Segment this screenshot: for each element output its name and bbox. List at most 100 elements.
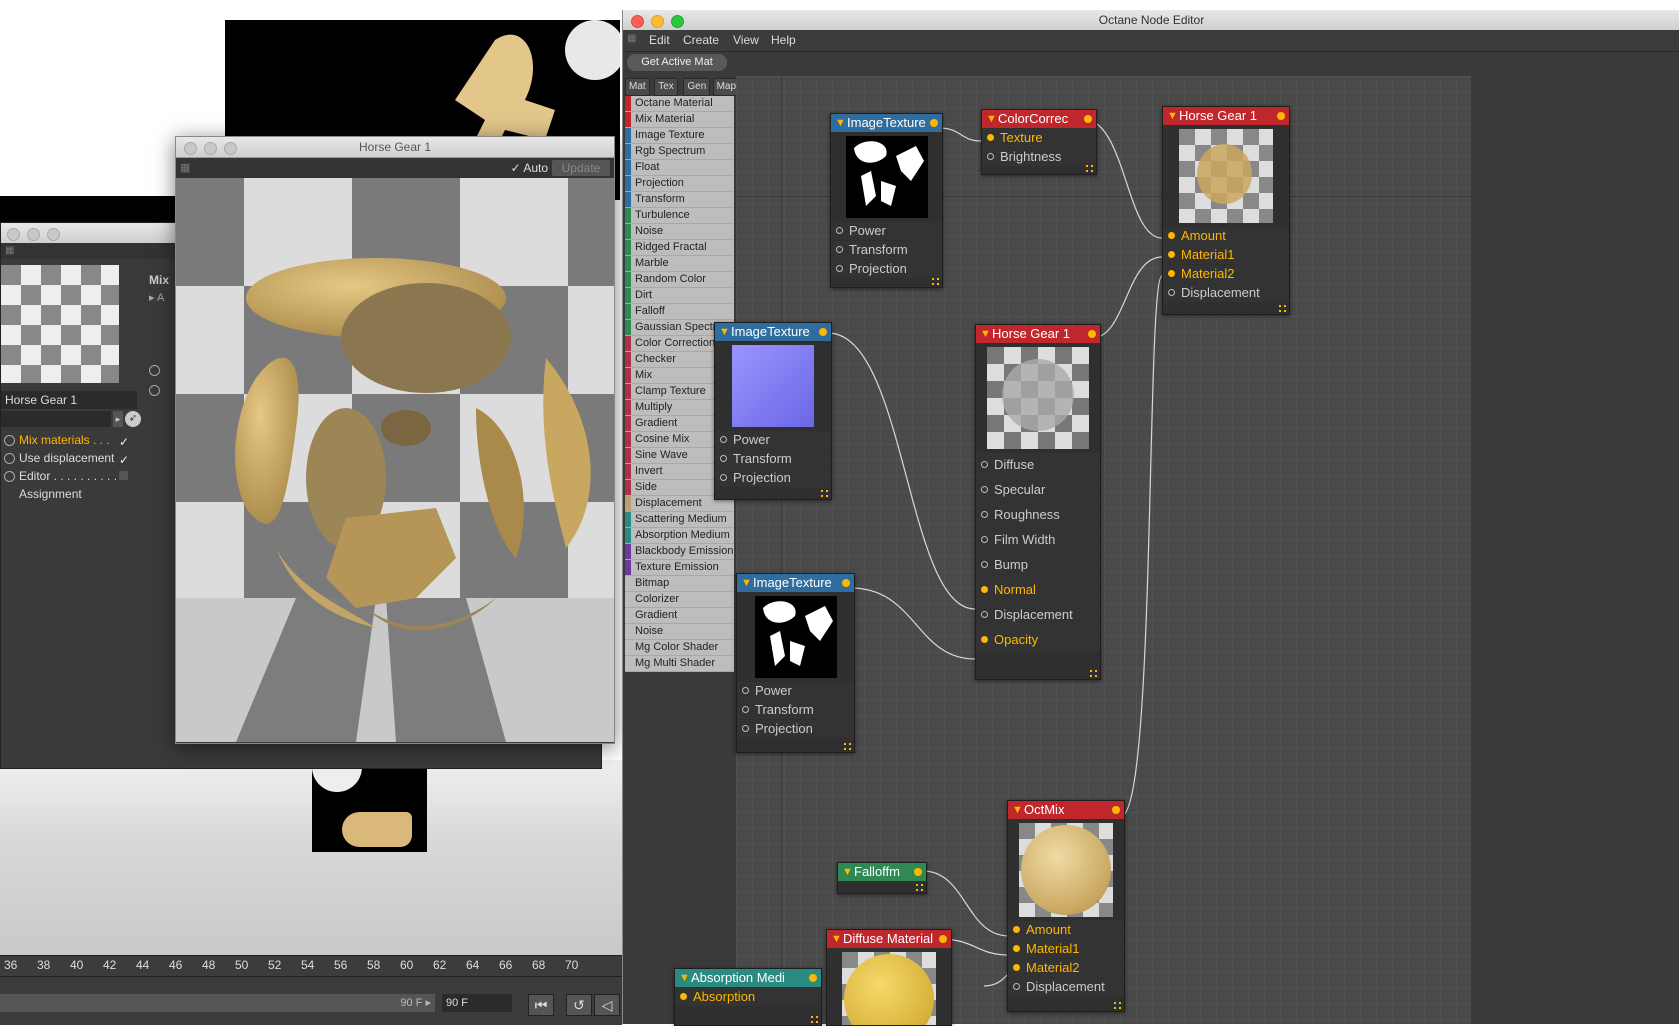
port-transform[interactable]: Transform — [715, 450, 831, 468]
node-list-item[interactable]: Mg Multi Shader — [625, 656, 734, 672]
node-image-texture-1[interactable]: ▼ ImageTexture Power Transform Projection — [830, 113, 943, 288]
node-list-item[interactable]: Mix Material — [625, 112, 734, 128]
port-opacity[interactable]: Opacity — [976, 628, 1100, 652]
update-button[interactable]: Update — [552, 160, 610, 176]
expand-arrow-icon[interactable]: ▸ A — [149, 291, 164, 304]
resize-handle-icon[interactable] — [1090, 670, 1097, 677]
node-list-item[interactable]: Marble — [625, 256, 734, 272]
prev-frame-icon[interactable]: ◁ — [594, 994, 620, 1016]
end-frame-field[interactable]: 90 F — [442, 994, 512, 1012]
node-list-item[interactable]: Dirt — [625, 288, 734, 304]
zoom-button[interactable] — [671, 15, 684, 28]
node-list-item[interactable]: Noise — [625, 624, 734, 640]
node-diffuse-material[interactable]: ▼ Diffuse Material — [826, 929, 952, 1026]
node-list-item[interactable]: Image Texture — [625, 128, 734, 144]
node-image-texture-3[interactable]: ▼ ImageTexture Power Transform Projection — [736, 573, 855, 753]
collapse-arrow-icon[interactable]: ▼ — [835, 114, 846, 132]
port-brightness[interactable]: Brightness — [982, 148, 1096, 166]
node-horse-gear-mix[interactable]: ▼ Horse Gear 1 Amount Material1 Material2… — [1162, 106, 1290, 315]
node-list-item[interactable]: Float — [625, 160, 734, 176]
node-list-item[interactable]: Blackbody Emission — [625, 544, 734, 560]
material-name-field[interactable]: Horse Gear 1 — [1, 391, 137, 409]
node-graph-canvas[interactable]: ▼ ImageTexture Power Transform Projection… — [674, 76, 1471, 1026]
port-material2[interactable]: Material2 — [1163, 265, 1289, 283]
port-transform[interactable]: Transform — [831, 241, 942, 259]
mix-materials-row[interactable]: Mix materials . . . ✓ — [1, 431, 159, 449]
end-frame-slider[interactable]: 90 F ▸ — [0, 994, 435, 1012]
node-list-item[interactable]: Rgb Spectrum — [625, 144, 734, 160]
resize-handle-icon[interactable] — [916, 884, 923, 891]
port-bump[interactable]: Bump — [976, 553, 1100, 577]
link-field[interactable] — [1, 411, 111, 427]
node-list-item[interactable]: Colorizer — [625, 592, 734, 608]
resize-handle-icon[interactable] — [811, 1016, 818, 1023]
menu-help[interactable]: Help — [771, 33, 796, 47]
close-button[interactable] — [7, 228, 20, 241]
node-horse-gear-material[interactable]: ▼ Horse Gear 1 Diffuse Specular Roughness… — [975, 324, 1101, 680]
port-material1[interactable]: Material1 — [1163, 246, 1289, 264]
port-transform[interactable]: Transform — [737, 701, 854, 719]
node-color-correction[interactable]: ▼ ColorCorrec Texture Brightness — [981, 109, 1097, 175]
category-tab-gen[interactable]: Gen — [683, 78, 711, 96]
collapse-arrow-icon[interactable]: ▼ — [719, 323, 730, 341]
port-roughness[interactable]: Roughness — [976, 503, 1100, 527]
port-displacement[interactable]: Displacement — [1008, 978, 1124, 996]
port-projection[interactable]: Projection — [737, 720, 854, 738]
port-film-width[interactable]: Film Width — [976, 528, 1100, 552]
collapse-arrow-icon[interactable]: ▼ — [842, 863, 853, 881]
assignment-row[interactable]: Assignment — [1, 485, 159, 503]
port-material2[interactable]: Material2 — [1008, 959, 1124, 977]
node-list-item[interactable]: Transform — [625, 192, 734, 208]
port-power[interactable]: Power — [831, 222, 942, 240]
zoom-button[interactable] — [224, 142, 237, 155]
port-displacement[interactable]: Displacement — [976, 603, 1100, 627]
node-list-item[interactable]: Projection — [625, 176, 734, 192]
picker-icon[interactable]: ➶ — [125, 411, 141, 427]
resize-handle-icon[interactable] — [1279, 305, 1286, 312]
port-displacement[interactable]: Displacement — [1163, 284, 1289, 302]
node-list-item[interactable]: Absorption Medium — [625, 528, 734, 544]
minimize-button[interactable] — [651, 15, 664, 28]
node-list-item[interactable]: Random Color — [625, 272, 734, 288]
grip-icon[interactable]: ▦ — [5, 245, 14, 256]
port-normal[interactable]: Normal — [976, 578, 1100, 602]
auto-checkbox[interactable]: ✓ Auto — [511, 161, 548, 175]
radio-icon[interactable] — [149, 385, 160, 396]
collapse-arrow-icon[interactable]: ▼ — [980, 325, 991, 343]
node-falloff[interactable]: ▼ Falloffm — [837, 862, 927, 894]
port-power[interactable]: Power — [715, 431, 831, 449]
collapse-arrow-icon[interactable]: ▼ — [1167, 107, 1178, 125]
collapse-arrow-icon[interactable]: ▼ — [741, 574, 752, 592]
port-diffuse[interactable]: Diffuse — [976, 453, 1100, 477]
category-tab-mat[interactable]: Mat — [625, 78, 650, 96]
zoom-button[interactable] — [47, 228, 60, 241]
resize-handle-icon[interactable] — [844, 743, 851, 750]
get-active-mat-button[interactable]: Get Active Mat — [627, 54, 727, 71]
node-list-item[interactable]: Noise — [625, 224, 734, 240]
step-back-icon[interactable]: ↺ — [566, 994, 592, 1016]
output-pin[interactable] — [939, 935, 947, 943]
radio-icon[interactable] — [149, 365, 160, 376]
port-absorption[interactable]: Absorption — [675, 988, 821, 1006]
port-texture[interactable]: Texture — [982, 129, 1096, 147]
port-projection[interactable]: Projection — [831, 260, 942, 278]
resize-handle-icon[interactable] — [1086, 165, 1093, 172]
output-pin[interactable] — [1112, 806, 1120, 814]
port-power[interactable]: Power — [737, 682, 854, 700]
output-pin[interactable] — [1277, 112, 1285, 120]
node-list-item[interactable]: Texture Emission — [625, 560, 734, 576]
port-amount[interactable]: Amount — [1163, 227, 1289, 245]
editor-row[interactable]: Editor . . . . . . . . . . — [1, 467, 159, 485]
port-amount[interactable]: Amount — [1008, 921, 1124, 939]
close-button[interactable] — [631, 15, 644, 28]
collapse-arrow-icon[interactable]: ▼ — [986, 110, 997, 128]
close-button[interactable] — [184, 142, 197, 155]
resize-handle-icon[interactable] — [1114, 1002, 1121, 1009]
timeline[interactable]: 36 38 40 42 44 46 48 50 52 54 56 58 60 62 64 66 68 70 90 … — [0, 955, 622, 1025]
node-list-item[interactable]: Gradient — [625, 608, 734, 624]
collapse-arrow-icon[interactable]: ▼ — [831, 930, 842, 948]
output-pin[interactable] — [842, 579, 850, 587]
use-displacement-row[interactable]: Use displacement ✓ — [1, 449, 159, 467]
node-list-item[interactable]: Turbulence — [625, 208, 734, 224]
menu-view[interactable]: View — [733, 33, 759, 47]
